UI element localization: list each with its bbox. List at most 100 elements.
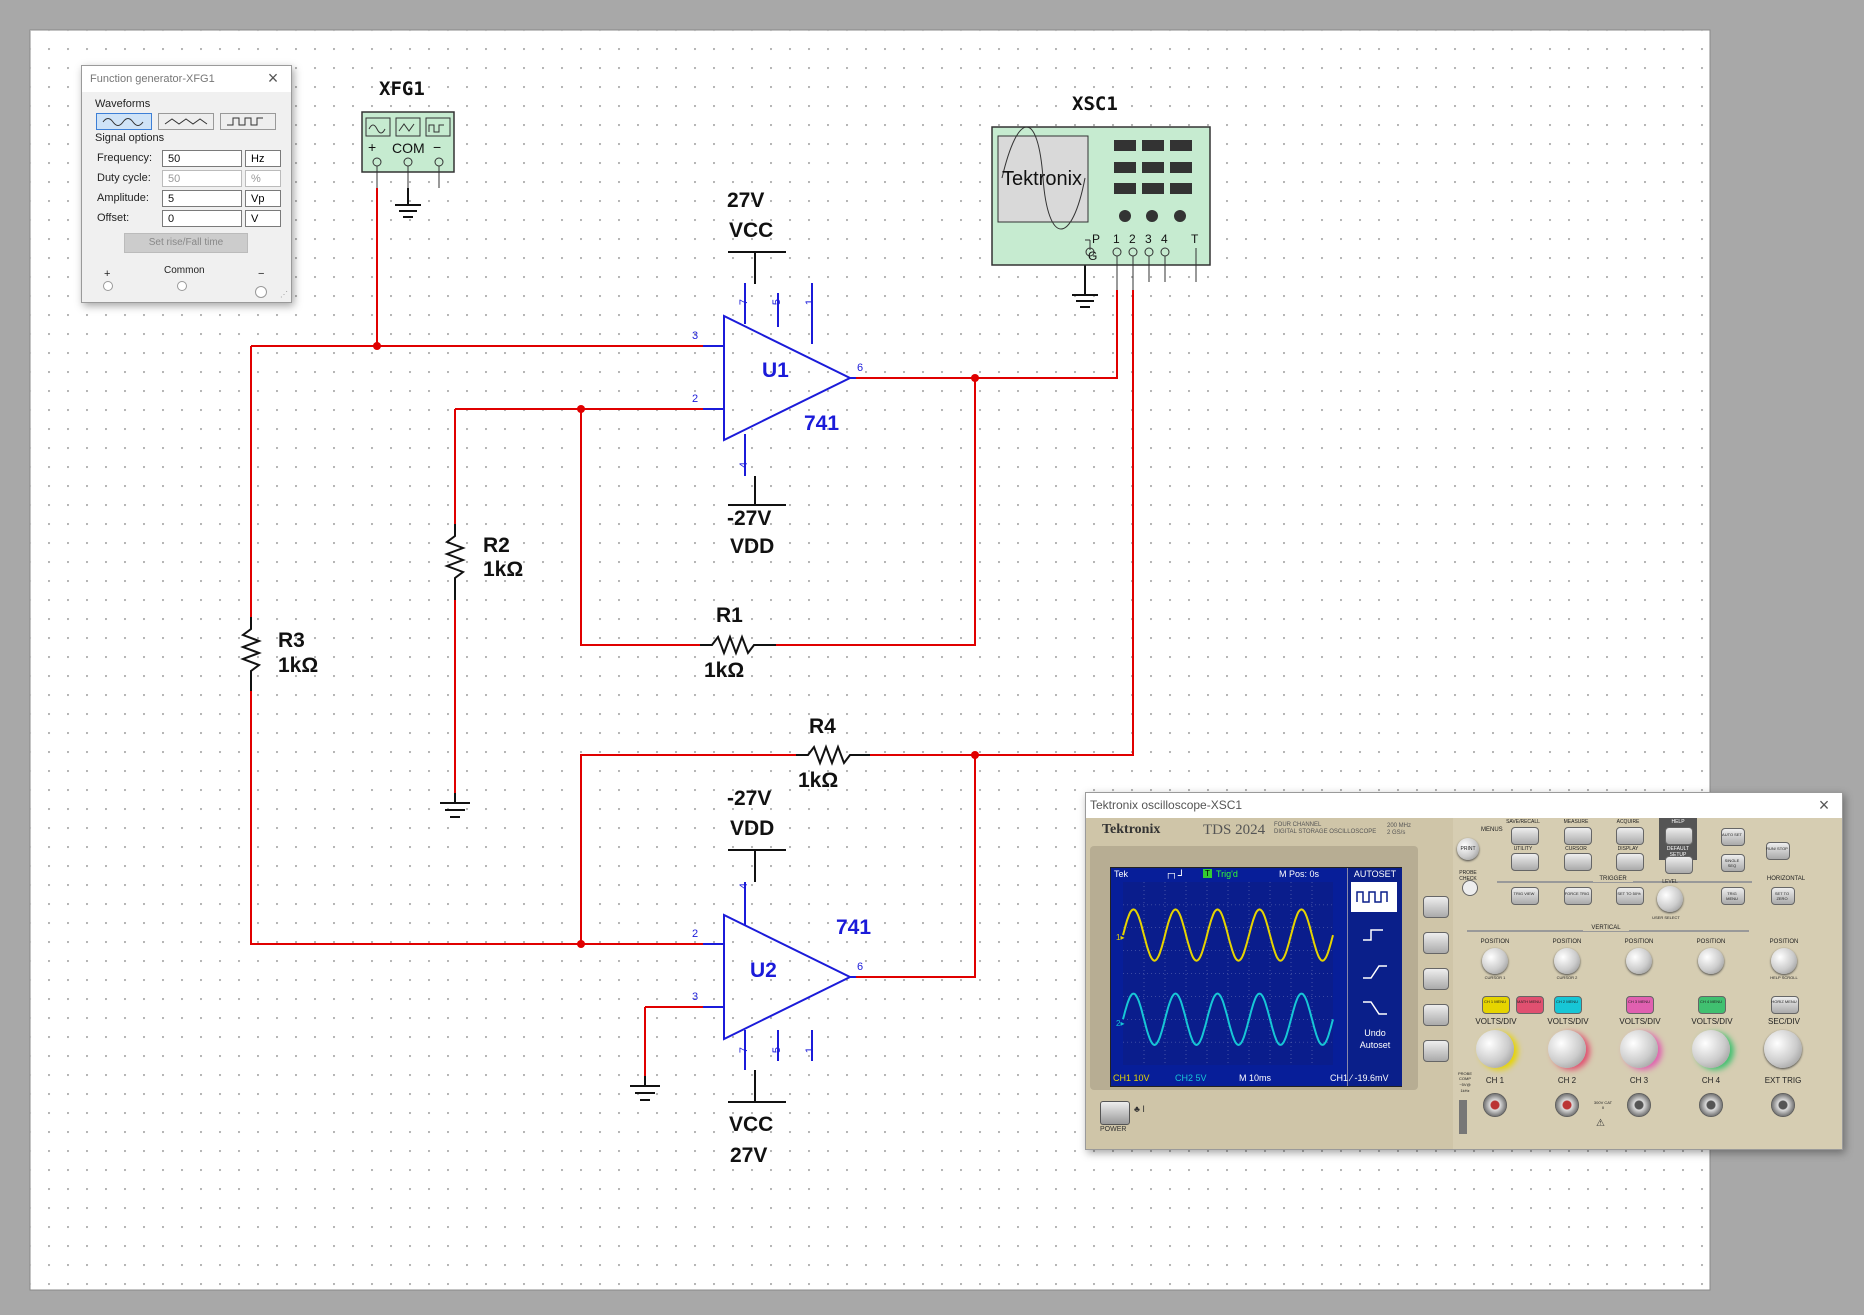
power-label: POWER xyxy=(1100,1126,1127,1133)
fg-terminal-plus[interactable] xyxy=(103,281,113,291)
fg-offset-input[interactable]: 0 xyxy=(162,210,242,227)
probe-comp-terminal[interactable] xyxy=(1459,1100,1467,1134)
fg-terminal-minus-label: − xyxy=(258,268,265,280)
menus-label: MENUS xyxy=(1481,827,1503,833)
osc-undo-label[interactable]: Undo xyxy=(1348,1028,1402,1038)
sec-div-knob[interactable] xyxy=(1764,1030,1802,1068)
run-stop-button[interactable] xyxy=(1766,842,1790,860)
osc-model-sub1: FOUR CHANNEL xyxy=(1274,822,1322,828)
square-wave-button[interactable] xyxy=(220,113,276,130)
triangle-wave-button[interactable] xyxy=(158,113,214,130)
fg-terminal-minus[interactable] xyxy=(255,286,267,298)
power-button[interactable] xyxy=(1100,1101,1130,1125)
ch1-menu-label: CH 1 MENU xyxy=(1483,999,1506,1004)
ext-trig-bnc-connector[interactable] xyxy=(1771,1093,1795,1117)
utility-button[interactable] xyxy=(1511,853,1539,871)
osc-close-button[interactable]: × xyxy=(1814,791,1834,819)
fg-terminal-common[interactable] xyxy=(177,281,187,291)
horiz-menu-label: HORIZ MENU xyxy=(1771,999,1797,1004)
cursor-label: CURSOR xyxy=(1565,846,1587,852)
fg-close-button[interactable]: × xyxy=(263,64,283,92)
ch4-volts-div-knob[interactable] xyxy=(1692,1030,1730,1068)
ch1-volts-div-knob[interactable] xyxy=(1476,1030,1514,1068)
warning-icon: ⚠ xyxy=(1596,1118,1605,1129)
ch2-bnc-connector[interactable] xyxy=(1555,1093,1579,1117)
ch1-position-knob[interactable] xyxy=(1482,948,1508,974)
osc-ch1-scale: CH1 10V xyxy=(1113,1073,1150,1083)
osc-undo-autoset-label[interactable]: Autoset xyxy=(1348,1040,1402,1050)
osc-option-button-2[interactable] xyxy=(1423,932,1449,954)
oscilloscope-window[interactable]: Tektronix oscilloscope-XSC1 × Tektronix … xyxy=(1085,792,1843,1150)
cat-rating-label: 300V CAT II xyxy=(1593,1100,1613,1110)
ch1-bnc-connector[interactable] xyxy=(1483,1093,1507,1117)
fg-frequency-unit[interactable]: Hz xyxy=(245,150,281,167)
horizontal-position-knob[interactable] xyxy=(1771,948,1797,974)
xsc1-instrument[interactable] xyxy=(991,126,1211,290)
set-to-50-label: SET TO 50% xyxy=(1617,891,1641,896)
ch3-bnc-connector[interactable] xyxy=(1627,1093,1651,1117)
ch2-volts-div-knob[interactable] xyxy=(1548,1030,1586,1068)
square-wave-icon xyxy=(227,117,263,126)
default-setup-button[interactable] xyxy=(1665,856,1693,874)
sine-wave-button[interactable] xyxy=(96,113,152,130)
ch2-menu-label: CH 2 MENU xyxy=(1555,999,1578,1004)
trig-view-button[interactable] xyxy=(1511,887,1539,905)
osc-tek-label: Tek xyxy=(1114,869,1129,879)
ch4-bnc-connector[interactable] xyxy=(1699,1093,1723,1117)
osc-option-button-4[interactable] xyxy=(1423,1004,1449,1026)
osc-spec2: 2 GS/s xyxy=(1387,830,1406,836)
osc-option-button-5[interactable] xyxy=(1423,1040,1449,1062)
ch3-volts-div-knob[interactable] xyxy=(1620,1030,1658,1068)
fg-amplitude-unit[interactable]: Vp xyxy=(245,190,281,207)
function-generator-window[interactable]: Function generator-XFG1 × Waveforms Sign… xyxy=(81,65,292,303)
osc-mpos-label: M Pos: 0s xyxy=(1279,869,1320,879)
probe-check-button[interactable] xyxy=(1462,880,1478,896)
autoset-button[interactable] xyxy=(1721,828,1745,846)
fg-terminal-plus-label: + xyxy=(104,268,111,280)
ch2-position-label: POSITION xyxy=(1552,939,1582,945)
run-stop-label: RUN/ STOP xyxy=(1766,846,1788,851)
ch2-volts-div-label: VOLTS/DIV xyxy=(1547,1017,1589,1026)
ext-trig-label: EXT TRIG xyxy=(1764,1076,1802,1085)
force-trig-button[interactable] xyxy=(1564,887,1592,905)
acquire-button[interactable] xyxy=(1616,827,1644,845)
display-button[interactable] xyxy=(1616,853,1644,871)
measure-button[interactable] xyxy=(1564,827,1592,845)
ch1-marker: 1▸ xyxy=(1116,933,1124,942)
trigger-level-knob[interactable] xyxy=(1657,886,1683,912)
set-to-50-button[interactable] xyxy=(1616,887,1644,905)
ch3-menu-label: CH 3 MENU xyxy=(1627,999,1650,1004)
autoset-square-option[interactable] xyxy=(1351,882,1397,912)
trig-menu-label: TRIG MENU xyxy=(1726,891,1738,901)
osc-option-button-1[interactable] xyxy=(1423,896,1449,918)
ramp-rise-icon[interactable] xyxy=(1351,956,1397,986)
ch2-position-knob[interactable] xyxy=(1554,948,1580,974)
osc-trig-t-badge: T xyxy=(1203,869,1212,878)
rising-edge-icon[interactable] xyxy=(1351,920,1397,950)
ramp-fall-icon[interactable] xyxy=(1351,992,1397,1022)
ch4-position-knob[interactable] xyxy=(1698,948,1724,974)
help-button[interactable] xyxy=(1665,827,1693,845)
save-recall-button[interactable] xyxy=(1511,827,1539,845)
osc-option-button-3[interactable] xyxy=(1423,968,1449,990)
ch3-input-label: CH 3 xyxy=(1629,1076,1649,1085)
osc-brand: Tektronix xyxy=(1102,822,1161,837)
help-label: HELP xyxy=(1671,819,1685,825)
cursor1-label: CURSOR 1 xyxy=(1484,975,1506,980)
fg-offset-unit[interactable]: V xyxy=(245,210,281,227)
osc-ch2-scale: CH2 5V xyxy=(1175,1073,1207,1083)
measure-label: MEASURE xyxy=(1563,819,1589,825)
osc-front-panel: Tektronix TDS 2024 FOUR CHANNEL DIGITAL … xyxy=(1086,818,1842,1149)
fg-waveforms-label: Waveforms xyxy=(95,98,151,110)
cursor-button[interactable] xyxy=(1564,853,1592,871)
junction-dot xyxy=(577,940,585,948)
ch1-input-label: CH 1 xyxy=(1485,1076,1505,1085)
fg-amplitude-input[interactable]: 5 xyxy=(162,190,242,207)
fg-duty-cycle-input: 50 xyxy=(162,170,242,187)
ch3-volts-div-label: VOLTS/DIV xyxy=(1619,1017,1661,1026)
ch3-position-knob[interactable] xyxy=(1626,948,1652,974)
resize-grip-icon[interactable]: ⋰ xyxy=(280,290,288,299)
square-wave-icon xyxy=(1356,891,1388,903)
fg-frequency-input[interactable]: 50 xyxy=(162,150,242,167)
probe-comp-frequency: 1kHz xyxy=(1460,1088,1470,1093)
